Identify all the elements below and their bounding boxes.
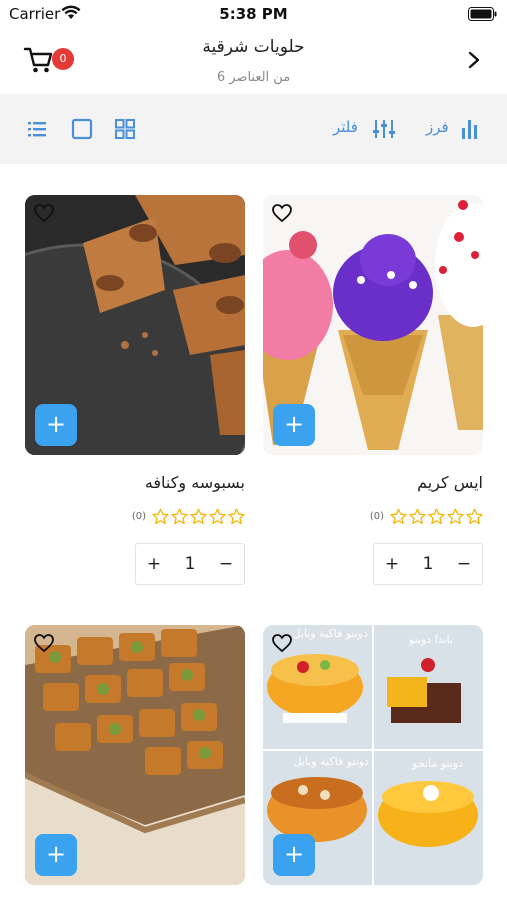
single-view-icon[interactable] [71, 118, 93, 140]
status-bar: Carrier 5:38 PM [0, 0, 507, 28]
heart-icon[interactable] [271, 203, 293, 223]
add-to-cart-button[interactable]: + [273, 834, 315, 876]
add-to-cart-button[interactable]: + [273, 404, 315, 446]
star-icon [228, 508, 245, 524]
status-time: 5:38 PM [219, 5, 288, 23]
list-view-icon[interactable] [26, 118, 48, 140]
filter-label[interactable]: فلتر [333, 118, 358, 136]
filter-sliders-icon[interactable] [372, 118, 396, 140]
star-icon [447, 508, 464, 524]
item-count-subtitle: 6 من العناصر [216, 70, 291, 85]
sort-label[interactable]: فرز [426, 118, 449, 136]
increment-button[interactable]: + [139, 554, 169, 574]
grid-view-icon[interactable] [114, 118, 136, 140]
quantity-value: 1 [422, 554, 434, 574]
cake-label: باندا دوبتو [408, 633, 453, 646]
increment-button[interactable]: + [377, 554, 407, 574]
rating-count: (0) [369, 510, 384, 522]
star-icon [171, 508, 188, 524]
add-to-cart-button[interactable]: + [35, 834, 77, 876]
star-icon [190, 508, 207, 524]
product-name: بسبوسه وكنافه [144, 473, 245, 492]
heart-icon[interactable] [33, 203, 55, 223]
cake-label: دونتو فاكية وبايل [294, 755, 370, 768]
star-icon [428, 508, 445, 524]
toolbar: فلتر فرز [0, 94, 507, 164]
product-card[interactable]: + [25, 625, 245, 885]
quantity-value: 1 [184, 554, 196, 574]
cake-label: دوبتو فاكية ونابل [293, 627, 369, 640]
product-image-cakes[interactable]: دوبتو فاكية ونابل باندا دوبتو دونتو فاكي… [263, 625, 483, 885]
page-title: حلويات شرقية [202, 37, 305, 57]
quantity-stepper: + 1 − [135, 543, 245, 585]
star-icon [152, 508, 169, 524]
star-icon [409, 508, 426, 524]
product-image-basbousa[interactable]: + [25, 195, 245, 455]
star-icon [209, 508, 226, 524]
star-icon [466, 508, 483, 524]
sort-bars-icon[interactable] [460, 118, 482, 140]
cake-label: دوبتو مانجو [411, 757, 463, 770]
product-image-ice-cream[interactable]: + [263, 195, 483, 455]
heart-icon[interactable] [271, 633, 293, 653]
chevron-right-icon[interactable] [467, 50, 481, 70]
product-name: ايس كريم [417, 473, 483, 492]
product-card[interactable]: دوبتو فاكية ونابل باندا دوبتو دونتو فاكي… [263, 625, 483, 885]
product-card[interactable]: + ايس كريم (0) + 1 − [263, 195, 483, 585]
star-rating: (0) [132, 507, 245, 525]
product-image-baklava[interactable]: + [25, 625, 245, 885]
add-to-cart-button[interactable]: + [35, 404, 77, 446]
heart-icon[interactable] [33, 633, 55, 653]
quantity-stepper: + 1 − [373, 543, 483, 585]
decrement-button[interactable]: − [449, 554, 479, 574]
star-rating: (0) [370, 507, 483, 525]
header: 0 حلويات شرقية 6 من العناصر [0, 28, 507, 94]
star-icon [390, 508, 407, 524]
battery-icon [468, 7, 497, 21]
rating-count: (0) [131, 510, 146, 522]
product-card[interactable]: + بسبوسه وكنافه (0) + 1 − [25, 195, 245, 585]
decrement-button[interactable]: − [211, 554, 241, 574]
